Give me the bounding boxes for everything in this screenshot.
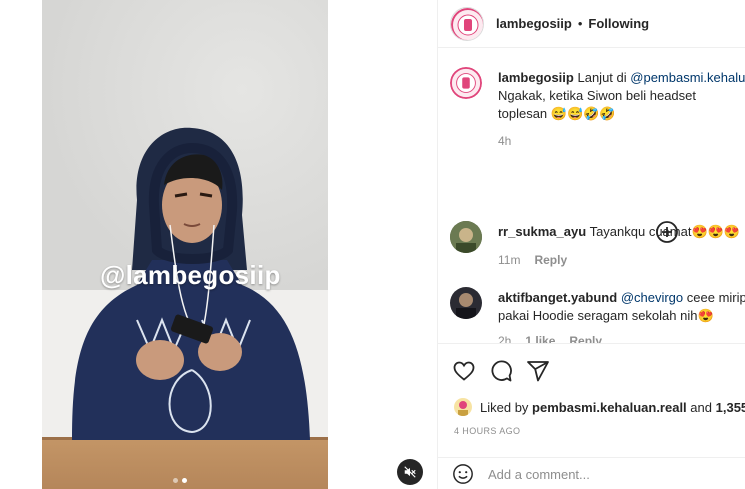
liker-username[interactable]: pembasmi.kehaluan.reall	[532, 400, 687, 415]
liked-by-label: Liked by	[480, 399, 529, 415]
reply-button[interactable]: Reply	[534, 253, 567, 267]
following-button[interactable]: Following	[588, 16, 649, 31]
carousel-dot-active[interactable]	[182, 478, 187, 483]
author-username[interactable]: lambegosiip	[496, 16, 572, 31]
share-icon[interactable]	[526, 359, 550, 383]
video-player[interactable]: @lambegosiip	[42, 0, 328, 489]
emoji-icon[interactable]	[452, 463, 474, 485]
comment-username[interactable]: aktifbanget.yabund	[498, 290, 617, 305]
reply-button[interactable]: Reply	[569, 334, 602, 343]
post-header: lambegosiip • Following	[438, 0, 745, 48]
comment-body: Tayankqu cuamat😍😍😍	[589, 224, 741, 239]
comment-username[interactable]: rr_sukma_ayu	[498, 224, 586, 239]
heart-icon[interactable]	[452, 359, 476, 383]
header-separator: •	[577, 16, 583, 31]
comment-time[interactable]: 2h	[498, 334, 511, 343]
comment-meta: 2h 1 like Reply	[498, 334, 602, 343]
comment-time[interactable]: 11m	[498, 253, 520, 267]
caption-avatar[interactable]	[450, 67, 482, 99]
caption-text: lambegosiip Lanjut di @pembasmi.kehaluan…	[498, 69, 745, 123]
lambegosiip-logo-icon	[451, 7, 483, 40]
person-in-hoodie-illustration	[72, 127, 310, 440]
carousel-indicator	[173, 478, 187, 483]
comment-text: rr_sukma_ayu Tayankqu cuamat😍😍😍	[498, 223, 745, 241]
comment-input[interactable]: Add a comment...	[488, 467, 590, 482]
avatar-photo-icon	[450, 287, 482, 319]
mute-button[interactable]	[397, 459, 423, 485]
comment-icon[interactable]	[489, 359, 513, 383]
likes-count[interactable]: 1,355 ot	[716, 400, 745, 415]
comments-list[interactable]: lambegosiip Lanjut di @pembasmi.kehaluan…	[438, 49, 745, 343]
likes-and: and	[690, 399, 712, 415]
caption-time[interactable]: 4h	[498, 134, 511, 148]
caption-prefix: Lanjut di	[577, 70, 627, 85]
lambegosiip-logo-icon	[450, 67, 482, 99]
caption-body: Ngakak, ketika Siwon beli headset toples…	[498, 88, 697, 121]
comment-likes[interactable]: 1 like	[525, 334, 555, 343]
video-watermark-text: @lambegosiip	[100, 260, 281, 290]
post-actions: Liked by pembasmi.kehaluan.reall and 1,3…	[438, 343, 745, 489]
carousel-dot[interactable]	[173, 478, 178, 483]
commenter-avatar[interactable]	[450, 221, 482, 253]
commenter-avatar[interactable]	[450, 287, 482, 319]
caption-username[interactable]: lambegosiip	[498, 70, 574, 85]
speaker-muted-icon	[404, 466, 416, 478]
post-timestamp[interactable]: 4 HOURS AGO	[454, 426, 520, 436]
post-details-panel: lambegosiip • Following lambegosiip Lanj…	[437, 0, 745, 489]
caption-mention-link[interactable]: @pembasmi.kehaluan	[630, 70, 745, 85]
avatar-photo-icon	[450, 221, 482, 253]
author-avatar[interactable]	[450, 6, 484, 41]
caption-meta: 4h	[498, 134, 511, 148]
liker-avatar[interactable]	[454, 398, 472, 416]
add-comment-bar: Add a comment...	[438, 457, 745, 489]
comment-meta: 11m Reply	[498, 253, 567, 267]
comment-text: aktifbanget.yabund @chevirgo ceee mirip …	[498, 289, 745, 325]
liker-avatar-icon	[454, 398, 472, 416]
likes-summary: Liked by pembasmi.kehaluan.reall and 1,3…	[454, 398, 745, 416]
post-media: @lambegosiip	[0, 0, 437, 489]
comment-mention-link[interactable]: @chevirgo	[621, 290, 683, 305]
